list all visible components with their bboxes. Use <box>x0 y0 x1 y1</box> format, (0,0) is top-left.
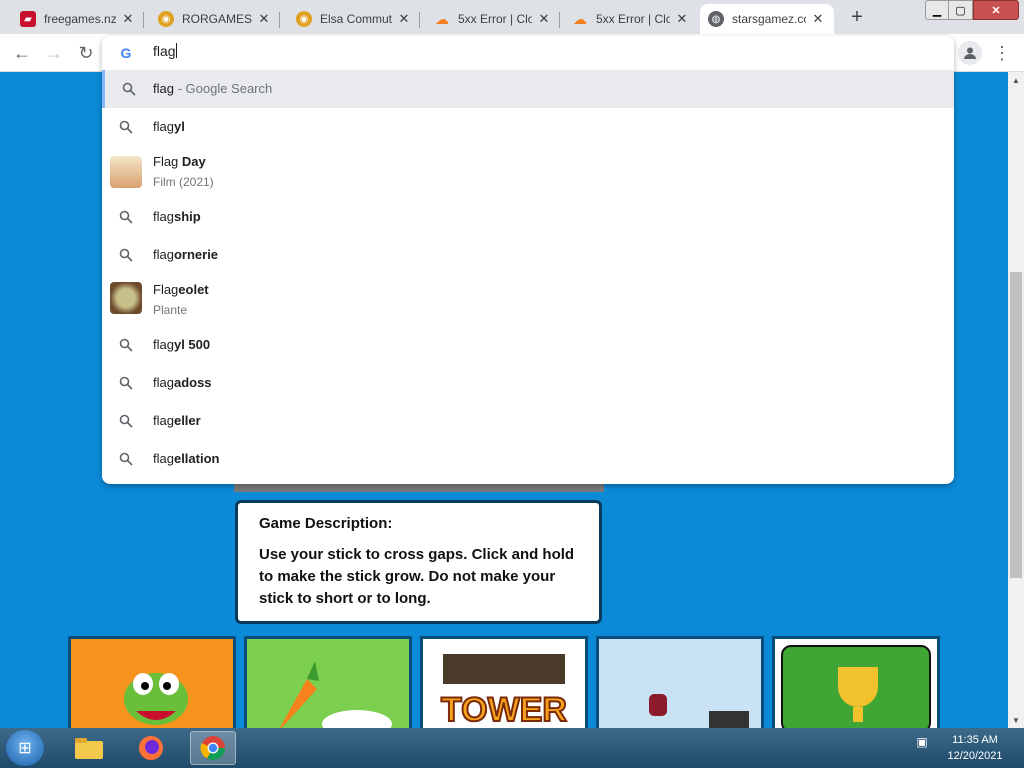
profile-avatar-button[interactable] <box>958 41 982 65</box>
tower-game-thumbnail[interactable]: TOWER <box>420 636 588 728</box>
suggestion-item[interactable]: flagadoss <box>102 364 954 402</box>
tab-title: RORGAMES <box>182 12 252 26</box>
suggestion-item[interactable]: Flag Day Film (2021) <box>102 146 954 198</box>
tab-title: freegames.nz <box>44 12 116 26</box>
tab-freegames[interactable]: ▰ freegames.nz ✕ <box>12 4 144 34</box>
chrome-menu-button[interactable]: ⋮ <box>992 41 1012 65</box>
suggestion-item[interactable]: flagornerie <box>102 236 954 274</box>
coin-icon: ◉ <box>296 11 312 27</box>
tab-starsgamez[interactable]: ◍ starsgamez.co ✕ <box>700 4 834 34</box>
suggestion-item[interactable]: flagyl 500 <box>102 326 954 364</box>
snake-icon <box>124 673 188 725</box>
close-tab-icon[interactable]: ✕ <box>536 11 552 27</box>
tab-title: starsgamez.co <box>732 12 806 26</box>
tab-elsa-commute[interactable]: ◉ Elsa Commute ✕ <box>288 4 420 34</box>
scrollbar-thumb[interactable] <box>1010 272 1022 578</box>
sky-game-thumbnail[interactable] <box>596 636 764 728</box>
reload-button[interactable]: ↻ <box>74 41 98 65</box>
back-button[interactable]: ← <box>10 41 34 65</box>
game-description-box: Game Description: Use your stick to cros… <box>235 500 602 624</box>
search-icon <box>118 413 134 429</box>
cloud-icon: ☁ <box>435 10 449 27</box>
close-tab-icon[interactable]: ✕ <box>810 11 826 27</box>
suggestion-item[interactable]: flageller <box>102 402 954 440</box>
google-g-icon: G <box>120 45 132 61</box>
gamepad-icon: ▰ <box>20 11 36 27</box>
tab-5xx-error-2[interactable]: ☁ 5xx Error | Clo ✕ <box>564 4 698 34</box>
snake-game-thumbnail[interactable] <box>68 636 236 728</box>
network-tray-icon[interactable]: ▣ <box>912 732 932 752</box>
suggestion-item[interactable]: flagellation <box>102 440 954 478</box>
search-icon <box>118 119 134 135</box>
tab-strip: ▰ freegames.nz ✕ ◉ RORGAMES ✕ ◉ Elsa Com… <box>0 0 1024 34</box>
close-tab-icon[interactable]: ✕ <box>120 11 136 27</box>
windows-start-button[interactable]: ⊞ <box>6 730 44 766</box>
bunny-carrot-thumbnail[interactable] <box>244 636 412 728</box>
clock-time: 11:35 AM <box>952 734 998 746</box>
cloud-icon: ☁ <box>573 10 587 27</box>
page-scrollbar[interactable]: ▲ ▼ <box>1008 72 1024 728</box>
system-clock[interactable]: 11:35 AM 12/20/2021 <box>940 732 1010 764</box>
svg-text:TOWER: TOWER <box>441 691 567 728</box>
tab-title: 5xx Error | Clo <box>458 12 532 26</box>
windows-taskbar: ⊞ ▣ 11:35 AM 12/20/2021 <box>0 728 1024 768</box>
new-tab-button[interactable]: + <box>846 6 868 28</box>
file-explorer-icon[interactable] <box>66 731 112 765</box>
game-description-text: Use your stick to cross gaps. Click and … <box>259 546 575 607</box>
suggestion-item[interactable]: Flageolet Plante <box>102 274 954 326</box>
suggestion-item[interactable]: flagship <box>102 198 954 236</box>
search-icon <box>121 81 137 97</box>
chrome-taskbar-icon[interactable] <box>190 731 236 765</box>
firefox-icon[interactable] <box>128 731 174 765</box>
tab-title: 5xx Error | Clo <box>596 12 670 26</box>
tab-title: Elsa Commute <box>320 12 392 26</box>
minimize-window-button[interactable]: ▁ <box>925 0 949 20</box>
search-icon <box>118 337 134 353</box>
omnibox-dropdown: G flag flag - Google Search flagyl Flag … <box>102 36 954 484</box>
trophy-game-thumbnail[interactable] <box>772 636 940 728</box>
trophy-icon <box>838 667 878 722</box>
game-description-title: Game Description: <box>259 515 393 532</box>
close-tab-icon[interactable]: ✕ <box>396 11 412 27</box>
coin-icon: ◉ <box>158 11 174 27</box>
globe-icon: ◍ <box>708 11 724 27</box>
tab-5xx-error-1[interactable]: ☁ 5xx Error | Clo ✕ <box>426 4 560 34</box>
search-icon <box>118 375 134 391</box>
search-icon <box>118 451 134 467</box>
search-icon <box>118 209 134 225</box>
close-window-button[interactable]: ✕ <box>973 0 1019 20</box>
flageolet-plant-thumbnail <box>110 282 142 314</box>
scroll-up-arrow-icon[interactable]: ▲ <box>1008 72 1024 88</box>
address-bar[interactable]: G flag <box>102 36 954 70</box>
maximize-window-button[interactable]: ▢ <box>949 0 973 20</box>
clock-date: 12/20/2021 <box>947 750 1003 762</box>
flag-day-film-thumbnail <box>110 156 142 188</box>
carrot-icon <box>279 661 392 728</box>
person-icon <box>964 47 976 59</box>
tab-rorgames[interactable]: ◉ RORGAMES ✕ <box>150 4 280 34</box>
scroll-down-arrow-icon[interactable]: ▼ <box>1008 712 1024 728</box>
close-tab-icon[interactable]: ✕ <box>256 11 272 27</box>
close-tab-icon[interactable]: ✕ <box>674 11 690 27</box>
suggestion-item[interactable]: flagyl <box>102 108 954 146</box>
forward-button[interactable]: → <box>42 41 66 65</box>
suggestion-item[interactable]: flag - Google Search <box>102 70 954 108</box>
address-input[interactable]: flag <box>153 43 853 63</box>
search-icon <box>118 247 134 263</box>
